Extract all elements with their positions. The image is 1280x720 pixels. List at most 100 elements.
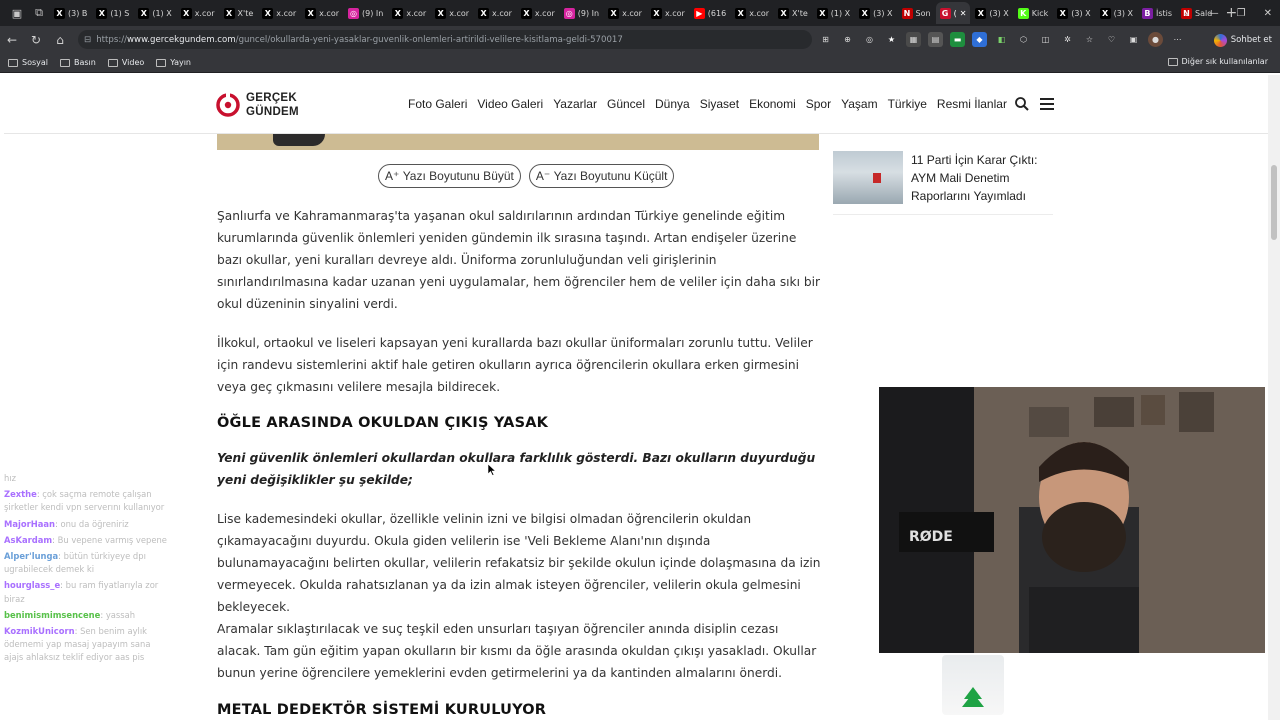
- browser-tab[interactable]: Xx.cor: [431, 2, 473, 24]
- browser-tab[interactable]: Xx.cor: [301, 2, 343, 24]
- browser-tab[interactable]: X (1) X: [134, 2, 175, 24]
- extension-icon-2[interactable]: ▤: [928, 32, 943, 47]
- browser-tab-label: X'te: [237, 8, 254, 18]
- nav-link[interactable]: Türkiye: [888, 97, 927, 111]
- font-increase-button[interactable]: A⁺ Yazı Boyutunu Büyüt: [378, 164, 521, 188]
- browser-tab[interactable]: Xx.cor: [388, 2, 430, 24]
- browser-tab[interactable]: ▶ (616: [690, 2, 730, 24]
- collections-icon[interactable]: ▣: [1126, 32, 1141, 47]
- tab-actions-icon[interactable]: ▣: [6, 2, 28, 24]
- article-hero-image: [217, 134, 819, 150]
- sidebar-news-title[interactable]: 11 Parti İçin Karar Çıktı: AYM Mali Dene…: [911, 151, 1051, 205]
- browser-tab[interactable]: X (3) B: [50, 2, 91, 24]
- favorite-star-icon[interactable]: ★: [884, 32, 899, 47]
- nav-link[interactable]: Video Galeri: [477, 97, 543, 111]
- nav-link[interactable]: Spor: [806, 97, 831, 111]
- chat-text: onu da öğreniriz: [60, 518, 129, 529]
- tracking-icon[interactable]: ◎: [862, 32, 877, 47]
- refresh-button[interactable]: ↻: [24, 28, 48, 52]
- browser-tab[interactable]: X (3) X: [971, 2, 1012, 24]
- workspaces-icon[interactable]: ⧉: [28, 2, 50, 24]
- bookmark-folder-basin[interactable]: Basın: [60, 58, 96, 67]
- back-button[interactable]: ←: [0, 28, 24, 52]
- browser-tab[interactable]: Xx.cor: [604, 2, 646, 24]
- browser-tab[interactable]: ◎ (9) In: [344, 2, 387, 24]
- hamburger-menu-icon[interactable]: [1040, 98, 1054, 110]
- browser-tab[interactable]: Xx.cor: [731, 2, 773, 24]
- font-decrease-button[interactable]: A⁻ Yazı Boyutunu Küçült: [528, 164, 675, 188]
- instagram-icon: ◎: [563, 7, 575, 19]
- profile-avatar[interactable]: ●: [1148, 32, 1163, 47]
- bookmark-folder-video[interactable]: Video: [107, 58, 144, 67]
- close-window-button[interactable]: ✕: [1264, 8, 1272, 19]
- browser-tab[interactable]: B İstis: [1138, 2, 1176, 24]
- nav-link[interactable]: Ekonomi: [749, 97, 796, 111]
- app-available-icon[interactable]: ⊞: [818, 32, 833, 47]
- address-bar[interactable]: ⊟ https://www.gercekgundem.com/guncel/ok…: [78, 30, 812, 49]
- browser-tab-label: (3) X: [1113, 8, 1133, 18]
- browser-tab[interactable]: X (1) X: [813, 2, 854, 24]
- page-scrollbar[interactable]: [1268, 75, 1280, 720]
- article-subheading: METAL DEDEKTÖR SİSTEMİ KURULUYOR: [217, 702, 547, 718]
- nav-link[interactable]: Dünya: [655, 97, 690, 111]
- restore-button[interactable]: ❐: [1237, 8, 1246, 19]
- nav-link[interactable]: Foto Galeri: [408, 97, 467, 111]
- extension-icon-3[interactable]: ▬: [950, 32, 965, 47]
- browser-tab[interactable]: Xx.cor: [517, 2, 559, 24]
- browser-tab[interactable]: X X'te: [220, 2, 258, 24]
- nav-link[interactable]: Yaşam: [841, 97, 877, 111]
- extension-icon-5[interactable]: ◧: [994, 32, 1009, 47]
- browser-tab[interactable]: X (3) X: [855, 2, 896, 24]
- split-screen-icon[interactable]: ◫: [1038, 32, 1053, 47]
- extension-icon-1[interactable]: ▦: [906, 32, 921, 47]
- chat-username: benimismimsencene: [4, 609, 101, 620]
- browser-tab[interactable]: X (1) S: [92, 2, 133, 24]
- browser-tab[interactable]: G(✕: [935, 2, 971, 24]
- browser-tab[interactable]: Xx.cor: [647, 2, 689, 24]
- browser-tab-label: x.cor: [534, 8, 555, 18]
- bookmark-folder-yayin[interactable]: Yayın: [156, 58, 191, 67]
- search-icon[interactable]: [1014, 96, 1030, 112]
- browser-tab[interactable]: K Kick: [1014, 2, 1053, 24]
- browser-tab-label: X'te: [792, 8, 808, 18]
- zoom-icon[interactable]: ⊕: [840, 32, 855, 47]
- browser-tab[interactable]: ◎ (9) In: [560, 2, 603, 24]
- nav-link[interactable]: Yazarlar: [553, 97, 597, 111]
- home-button[interactable]: ⌂: [48, 28, 72, 52]
- extensions-icon[interactable]: ✲: [1060, 32, 1075, 47]
- browser-tab[interactable]: Xx.cor: [258, 2, 300, 24]
- site-logo[interactable]: GERÇEK GÜNDEM: [216, 88, 299, 122]
- browser-toolbar: ← ↻ ⌂ ⊟ https://www.gercekgundem.com/gun…: [0, 26, 1280, 53]
- extension-icon-6[interactable]: ⬡: [1016, 32, 1031, 47]
- x-icon: X: [735, 7, 747, 19]
- browser-tab[interactable]: X (3) X: [1096, 2, 1137, 24]
- browser-tab[interactable]: Xx.cor: [177, 2, 219, 24]
- browser-tab[interactable]: N Son: [898, 2, 935, 24]
- health-icon[interactable]: ♡: [1104, 32, 1119, 47]
- browser-tab[interactable]: X X'te: [774, 2, 812, 24]
- x-icon: X: [1057, 7, 1069, 19]
- scrollbar-thumb[interactable]: [1271, 165, 1277, 240]
- chat-username: MajorHaan: [4, 518, 56, 529]
- other-bookmarks[interactable]: Diğer sık kullanılanlar: [1167, 57, 1268, 66]
- copilot-chat-button[interactable]: Sohbet et: [1213, 31, 1272, 49]
- x-icon: X: [435, 7, 447, 19]
- url-scheme: https://: [96, 34, 128, 45]
- chat-text: Bu vepene varmış vepene: [57, 534, 167, 545]
- browser-tab[interactable]: Xx.cor: [474, 2, 516, 24]
- nav-link[interactable]: Güncel: [607, 97, 645, 111]
- more-menu-icon[interactable]: ⋯: [1170, 32, 1185, 47]
- site-info-icon[interactable]: ⊟: [84, 35, 91, 45]
- minimize-button[interactable]: —: [1209, 8, 1219, 19]
- extension-icon-4[interactable]: ◆: [972, 32, 987, 47]
- bookmark-folder-sosyal[interactable]: Sosyal: [8, 58, 48, 67]
- folder-icon: [8, 58, 18, 67]
- favorites-icon[interactable]: ☆: [1082, 32, 1097, 47]
- browser-tab-label: (3) X: [989, 8, 1009, 18]
- sidebar-news-card[interactable]: 11 Parti İçin Karar Çıktı: AYM Mali Dene…: [833, 149, 1053, 215]
- close-tab-icon[interactable]: ✕: [960, 9, 967, 18]
- nav-link[interactable]: Resmi İlanlar: [937, 97, 1007, 111]
- browser-tab[interactable]: X (3) X: [1053, 2, 1094, 24]
- tab-list-icon[interactable]: ⌄: [1182, 8, 1190, 19]
- nav-link[interactable]: Siyaset: [700, 97, 739, 111]
